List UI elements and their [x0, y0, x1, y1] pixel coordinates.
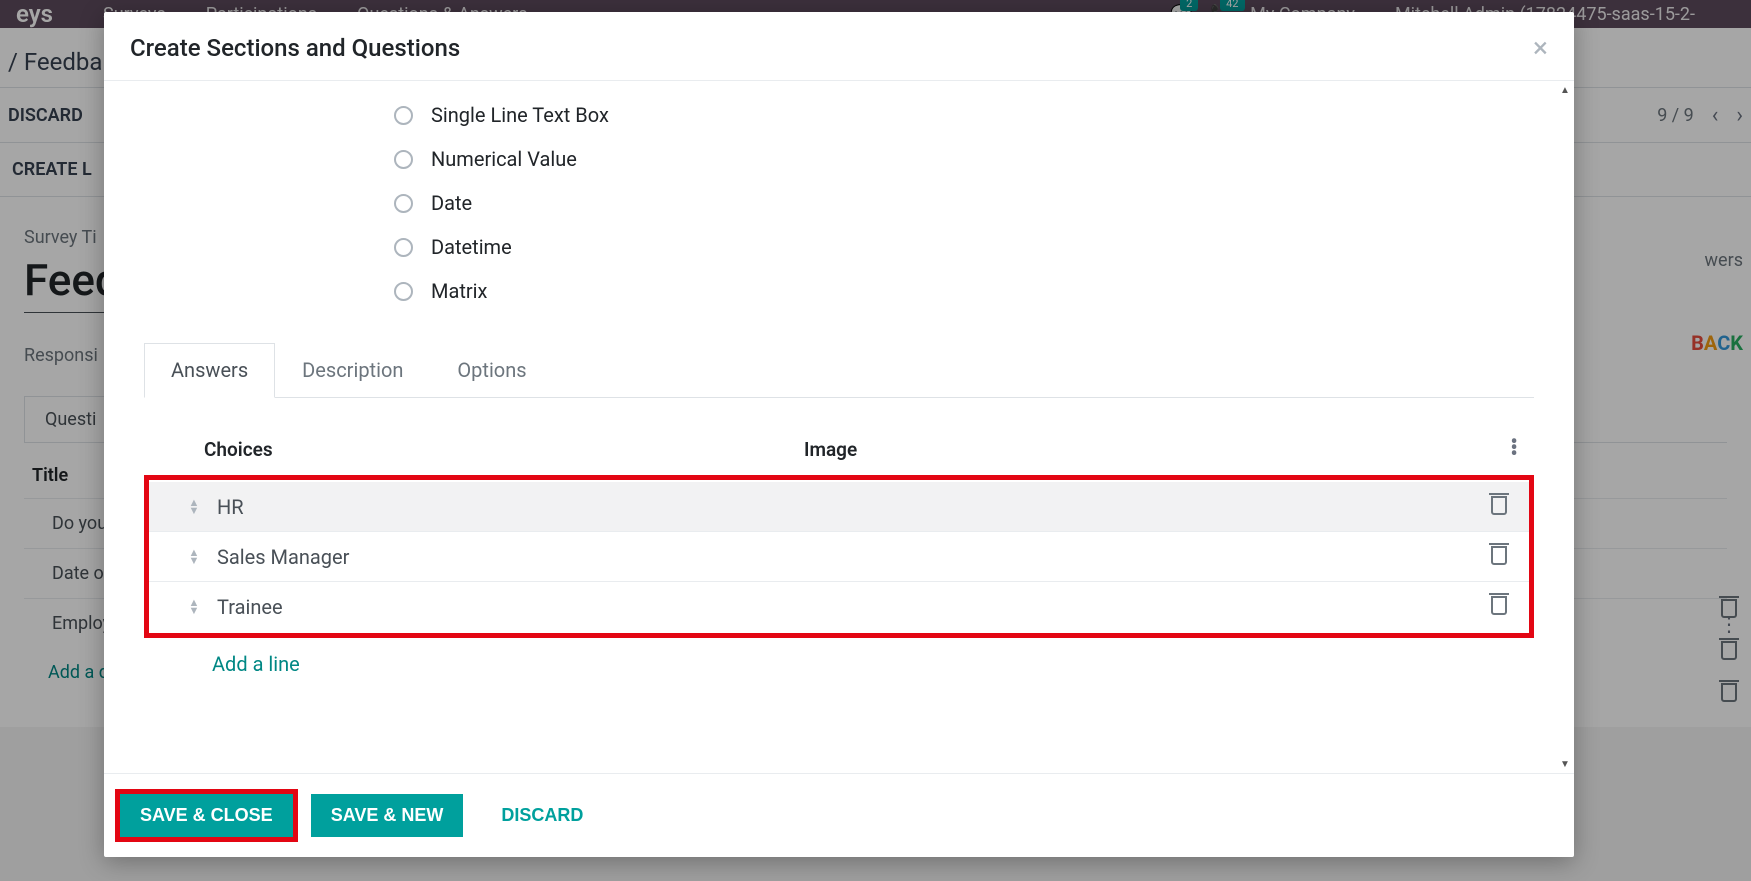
modal-header: Create Sections and Questions ×: [104, 12, 1574, 81]
drag-handle-icon[interactable]: ▲▼: [179, 499, 209, 514]
modal-tabs: Answers Description Options: [144, 343, 1534, 398]
add-line-link[interactable]: Add a line: [144, 638, 1534, 690]
radio-single-line[interactable]: Single Line Text Box: [394, 103, 1534, 127]
radio-date[interactable]: Date: [394, 191, 1534, 215]
choices-column-header: Choices: [204, 438, 804, 461]
radio-matrix[interactable]: Matrix: [394, 279, 1534, 303]
delete-choice-button[interactable]: [1469, 543, 1529, 570]
drag-handle-icon[interactable]: ▲▼: [179, 549, 209, 564]
discard-button[interactable]: DISCARD: [481, 794, 603, 837]
modal-footer: SAVE & CLOSE SAVE & NEW DISCARD: [104, 773, 1574, 857]
save-close-button[interactable]: SAVE & CLOSE: [120, 794, 293, 837]
choice-text[interactable]: HR: [209, 495, 769, 519]
close-icon[interactable]: ×: [1533, 34, 1548, 62]
scroll-up-arrow[interactable]: ▲: [1558, 83, 1572, 97]
choice-text[interactable]: Sales Manager: [209, 545, 769, 569]
save-new-button[interactable]: SAVE & NEW: [311, 794, 464, 837]
trash-icon: [1489, 543, 1509, 565]
drag-handle-icon[interactable]: ▲▼: [179, 599, 209, 614]
trash-icon: [1489, 593, 1509, 615]
modal-title: Create Sections and Questions: [130, 34, 460, 62]
choice-text[interactable]: Trainee: [209, 595, 769, 619]
create-question-modal: Create Sections and Questions × ▲ ▼ Sing…: [104, 12, 1574, 857]
tab-description[interactable]: Description: [275, 343, 430, 397]
delete-choice-button[interactable]: [1469, 593, 1529, 620]
choice-row[interactable]: ▲▼ HR: [149, 482, 1529, 531]
tab-options[interactable]: Options: [430, 343, 553, 397]
tab-answers[interactable]: Answers: [144, 343, 275, 398]
delete-choice-button[interactable]: [1469, 493, 1529, 520]
scroll-down-arrow[interactable]: ▼: [1558, 757, 1572, 771]
radio-numerical[interactable]: Numerical Value: [394, 147, 1534, 171]
choice-row[interactable]: ▲▼ Sales Manager: [149, 531, 1529, 581]
radio-datetime[interactable]: Datetime: [394, 235, 1534, 259]
image-column-header: Image: [804, 438, 1494, 461]
trash-icon: [1489, 493, 1509, 515]
modal-body: ▲ ▼ Single Line Text Box Numerical Value…: [104, 81, 1574, 773]
choices-highlight: ▲▼ HR ▲▼ Sales Manager ▲▼ Trainee: [144, 475, 1534, 638]
answers-panel: Choices Image ••• ▲▼ HR ▲▼ Sales Manager: [144, 438, 1534, 690]
choice-row[interactable]: ▲▼ Trainee: [149, 581, 1529, 631]
kebab-icon[interactable]: •••: [1494, 438, 1534, 461]
question-type-radios: Single Line Text Box Numerical Value Dat…: [394, 103, 1534, 303]
